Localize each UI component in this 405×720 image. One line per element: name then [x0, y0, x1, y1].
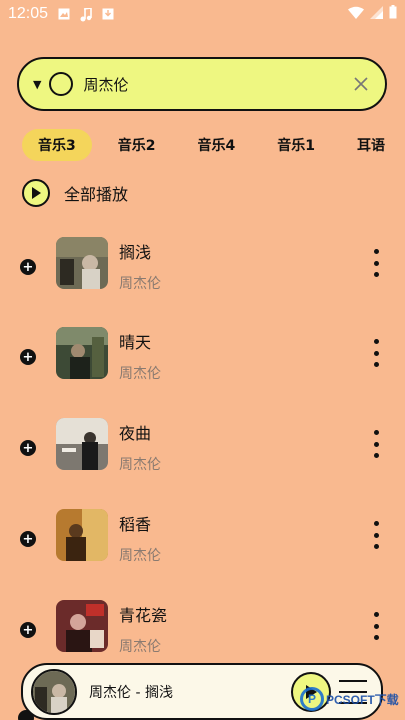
watermark: P PCSOFT下载: [300, 684, 399, 714]
list-item[interactable]: + 晴天 周杰伦: [0, 327, 405, 387]
album-cover: [56, 237, 108, 289]
song-title: 晴天: [119, 333, 152, 352]
list-item[interactable]: + 稻香 周杰伦: [0, 509, 405, 569]
search-input[interactable]: 周杰伦: [83, 74, 351, 95]
tab-music3[interactable]: 音乐3: [22, 129, 92, 161]
album-cover: [56, 418, 108, 470]
song-title: 稻香: [119, 515, 152, 534]
add-to-queue-icon[interactable]: +: [20, 349, 36, 365]
play-all-button[interactable]: 全部播放: [22, 178, 128, 208]
play-icon: [22, 179, 50, 207]
song-title: 搁浅: [119, 243, 152, 262]
play-all-label: 全部播放: [64, 185, 129, 204]
album-cover: [56, 600, 108, 652]
more-options-icon[interactable]: [370, 612, 382, 640]
album-cover: [56, 509, 108, 561]
song-artist: 周杰伦: [119, 366, 161, 382]
close-icon[interactable]: [351, 74, 371, 94]
now-playing-cover: [31, 668, 77, 715]
song-artist: 周杰伦: [119, 457, 161, 473]
album-cover: [56, 327, 108, 379]
now-playing-title: 周杰伦 - 搁浅: [89, 684, 173, 701]
watermark-text: PCSOFT下载: [326, 692, 399, 707]
wifi-icon: [348, 5, 364, 23]
song-title: 青花瓷: [119, 606, 168, 625]
list-item[interactable]: + 青花瓷 周杰伦: [0, 600, 405, 660]
song-title: 夜曲: [119, 424, 152, 443]
status-time: 12:05: [8, 5, 49, 22]
add-to-queue-icon[interactable]: +: [20, 440, 36, 456]
image-icon: [58, 8, 70, 20]
battery-icon: [389, 5, 397, 23]
list-item[interactable]: + 搁浅 周杰伦: [0, 237, 405, 297]
more-options-icon[interactable]: [370, 430, 382, 458]
category-tabs: 音乐3 音乐2 音乐4 音乐1 耳语: [22, 129, 405, 161]
download-icon: [102, 8, 114, 20]
add-to-queue-icon[interactable]: +: [20, 531, 36, 547]
more-options-icon[interactable]: [370, 249, 382, 277]
more-options-icon[interactable]: [370, 521, 382, 549]
add-to-queue-icon[interactable]: +: [20, 622, 36, 638]
song-artist: 周杰伦: [119, 548, 161, 564]
add-to-queue-icon[interactable]: +: [20, 259, 36, 275]
circle-icon: [49, 72, 74, 96]
watermark-logo-icon: P: [300, 687, 324, 711]
tab-music2[interactable]: 音乐2: [102, 129, 172, 161]
list-item[interactable]: + 夜曲 周杰伦: [0, 418, 405, 478]
tab-music4[interactable]: 音乐4: [182, 129, 252, 161]
music-note-icon: [80, 8, 92, 22]
tab-music1[interactable]: 音乐1: [261, 129, 331, 161]
search-bar[interactable]: ▼ 周杰伦: [17, 57, 387, 111]
dropdown-caret-icon[interactable]: ▼: [33, 78, 41, 91]
tab-whisper[interactable]: 耳语: [341, 129, 401, 161]
signal-icon: [370, 5, 383, 23]
song-artist: 周杰伦: [119, 276, 161, 292]
more-options-icon[interactable]: [370, 339, 382, 367]
song-artist: 周杰伦: [119, 639, 161, 655]
status-bar: 12:05: [0, 0, 405, 28]
